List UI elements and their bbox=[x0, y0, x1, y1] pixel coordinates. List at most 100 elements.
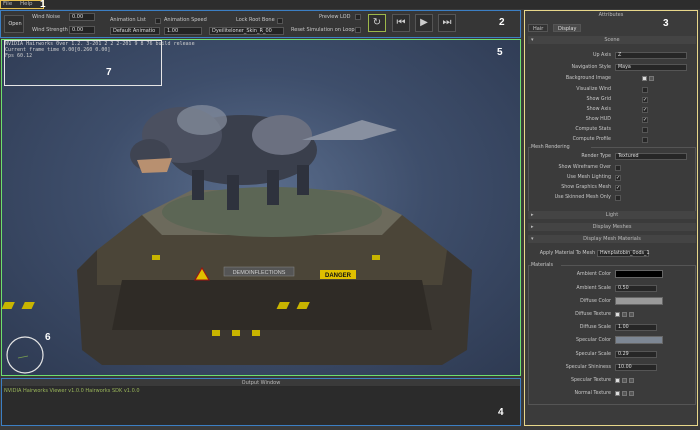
ambient-scale-label: Ambient Scale bbox=[576, 286, 611, 291]
callout-6: 6 bbox=[45, 332, 51, 343]
section-display-mesh-materials[interactable]: ▾ Display Mesh Materials bbox=[528, 235, 696, 243]
ambient-scale-input[interactable]: 0.50 bbox=[615, 285, 657, 292]
show-graphics-mesh-checkbox[interactable]: ✓ bbox=[615, 185, 621, 191]
show-wireframe-checkbox[interactable] bbox=[615, 165, 621, 171]
callout-1: 1 bbox=[40, 0, 46, 10]
scene-render: DEMOINFLECTIONS DANGER bbox=[2, 105, 472, 374]
specular-color-swatch[interactable] bbox=[615, 336, 663, 344]
specular-texture-button[interactable] bbox=[615, 378, 620, 383]
apply-material-label: Apply Material To Mesh bbox=[539, 251, 595, 256]
animation-list-select[interactable]: Default Animatio bbox=[110, 27, 160, 35]
normal-texture-label: Normal Texture bbox=[574, 391, 611, 396]
bg-image-button[interactable] bbox=[642, 76, 647, 81]
bg-image-clear-button[interactable] bbox=[649, 76, 654, 81]
reset-sim-checkbox[interactable] bbox=[355, 27, 361, 33]
specular-color-label: Specular Color bbox=[575, 338, 611, 343]
wind-strength-label: Wind Strength bbox=[32, 27, 68, 33]
specular-texture-clear-button[interactable] bbox=[629, 378, 634, 383]
use-skinned-mesh-label: Use Skinned Mesh Only bbox=[554, 195, 611, 200]
section-scene-label: Scene bbox=[604, 37, 620, 43]
normal-texture-clear-button[interactable] bbox=[629, 391, 634, 396]
section-light[interactable]: ▸ Light bbox=[528, 211, 696, 219]
show-graphics-mesh-label: Show Graphics Mesh bbox=[561, 185, 611, 190]
visualize-wind-checkbox[interactable] bbox=[642, 87, 648, 93]
callout-2: 2 bbox=[499, 17, 505, 28]
nav-style-label: Navigation Style bbox=[571, 65, 611, 70]
ambient-color-swatch[interactable] bbox=[615, 270, 663, 278]
attributes-panel: Attributes Hair Display ▾ Scene Up Axis Z… bbox=[524, 10, 698, 426]
section-display-mesh-materials-label: Display Mesh Materials bbox=[583, 236, 641, 242]
menu-highlight-box bbox=[0, 0, 44, 9]
diffuse-scale-label: Diffuse Scale bbox=[579, 325, 611, 330]
diffuse-color-swatch[interactable] bbox=[615, 297, 663, 305]
output-title: Output Window bbox=[2, 379, 520, 387]
specular-scale-input[interactable]: 0.29 bbox=[615, 351, 657, 358]
specular-shininess-label: Specular Shininess bbox=[565, 365, 611, 370]
use-mesh-lighting-checkbox[interactable]: ✓ bbox=[615, 175, 621, 181]
nav-style-select[interactable]: Maya bbox=[615, 64, 687, 71]
show-grid-label: Show Grid bbox=[586, 97, 611, 102]
lock-root-bone-checkbox[interactable] bbox=[277, 18, 283, 24]
apply-material-select[interactable]: Hwnplatobin_0ods_1 bbox=[597, 250, 650, 257]
attributes-title: Attributes bbox=[598, 12, 624, 18]
animation-list-toggle[interactable] bbox=[155, 18, 161, 24]
specular-scale-label: Specular Scale bbox=[575, 352, 611, 357]
diffuse-texture-clear-button[interactable] bbox=[629, 312, 634, 317]
hud-overlay: NVIDIA Hairworks 0ver 1.2. 3-201 2 2 2-2… bbox=[4, 40, 195, 86]
diffuse-scale-input[interactable]: 1.00 bbox=[615, 324, 657, 331]
materials-title: Materials bbox=[531, 263, 561, 268]
output-log: NVIDIA Hairworks Viewer v1.0.0 Hairworks… bbox=[4, 388, 140, 394]
animation-speed-label: Animation Speed bbox=[164, 17, 207, 23]
3d-viewport[interactable]: DEMOINFLECTIONS DANGER bbox=[1, 39, 521, 376]
wind-noise-label: Wind Noise bbox=[32, 14, 61, 20]
specular-texture-label: Specular Texture bbox=[570, 378, 611, 383]
compute-profile-checkbox[interactable] bbox=[642, 137, 648, 143]
compute-profile-label: Compute Profile bbox=[572, 137, 611, 142]
hud-fps: Fps 60.12 bbox=[5, 53, 33, 59]
tab-display[interactable]: Display bbox=[553, 24, 582, 32]
section-display-meshes[interactable]: ▸ Display Meshes bbox=[528, 223, 696, 231]
diffuse-texture-label: Diffuse Texture bbox=[575, 312, 611, 317]
skip-forward-icon[interactable]: ⏭ bbox=[438, 14, 456, 32]
reset-sim-label: Reset Simulation on Loop bbox=[291, 27, 355, 33]
wind-strength-input[interactable]: 0.00 bbox=[69, 26, 95, 34]
toolbar: Open Wind Noise 0.00 Wind Strength 0.00 … bbox=[0, 10, 521, 38]
up-axis-select[interactable]: Z bbox=[615, 52, 687, 59]
open-button[interactable]: Open bbox=[4, 15, 24, 33]
section-scene[interactable]: ▾ Scene bbox=[528, 36, 696, 44]
diffuse-texture-button[interactable] bbox=[615, 312, 620, 317]
show-axis-checkbox[interactable]: ✓ bbox=[642, 107, 648, 113]
platform-text: DEMOINFLECTIONS bbox=[233, 270, 286, 276]
normal-texture-reload-button[interactable] bbox=[622, 391, 627, 396]
refresh-icon[interactable]: ↻ bbox=[368, 14, 386, 32]
use-skinned-mesh-checkbox[interactable] bbox=[615, 195, 621, 201]
specular-texture-reload-button[interactable] bbox=[622, 378, 627, 383]
play-icon[interactable]: ▶ bbox=[415, 14, 433, 32]
normal-texture-button[interactable] bbox=[615, 391, 620, 396]
skip-back-icon[interactable]: ⏮ bbox=[392, 14, 410, 32]
specular-shininess-input[interactable]: 10.00 bbox=[615, 364, 657, 371]
show-wireframe-label: Show Wireframe Over bbox=[558, 165, 611, 170]
callout-3: 3 bbox=[663, 18, 669, 29]
render-type-label: Render Type bbox=[581, 154, 611, 159]
animation-speed-input[interactable]: 1.00 bbox=[164, 27, 202, 35]
section-display-meshes-label: Display Meshes bbox=[592, 224, 632, 230]
navigation-gizmo[interactable] bbox=[6, 336, 44, 374]
compute-stats-checkbox[interactable] bbox=[642, 127, 648, 133]
compute-stats-label: Compute Stats bbox=[575, 127, 611, 132]
show-grid-checkbox[interactable]: ✓ bbox=[642, 97, 648, 103]
tab-hair[interactable]: Hair bbox=[528, 24, 549, 32]
show-hud-checkbox[interactable]: ✓ bbox=[642, 117, 648, 123]
ambient-color-label: Ambient Color bbox=[576, 272, 611, 277]
diffuse-texture-reload-button[interactable] bbox=[622, 312, 627, 317]
preview-lod-label: Preview LOD bbox=[319, 14, 351, 20]
animation-list-label: Animation List bbox=[110, 17, 146, 23]
root-bone-select[interactable]: Dyeiliteloner_Skin_R_00 bbox=[209, 27, 284, 35]
preview-lod-checkbox[interactable] bbox=[355, 14, 361, 20]
show-axis-label: Show Axis bbox=[586, 107, 611, 112]
menu-bar: File Help bbox=[0, 0, 700, 9]
render-type-select[interactable]: Textured bbox=[615, 153, 687, 160]
wind-noise-input[interactable]: 0.00 bbox=[69, 13, 95, 21]
danger-sign: DANGER bbox=[325, 273, 352, 279]
use-mesh-lighting-label: Use Mesh Lighting bbox=[566, 175, 611, 180]
